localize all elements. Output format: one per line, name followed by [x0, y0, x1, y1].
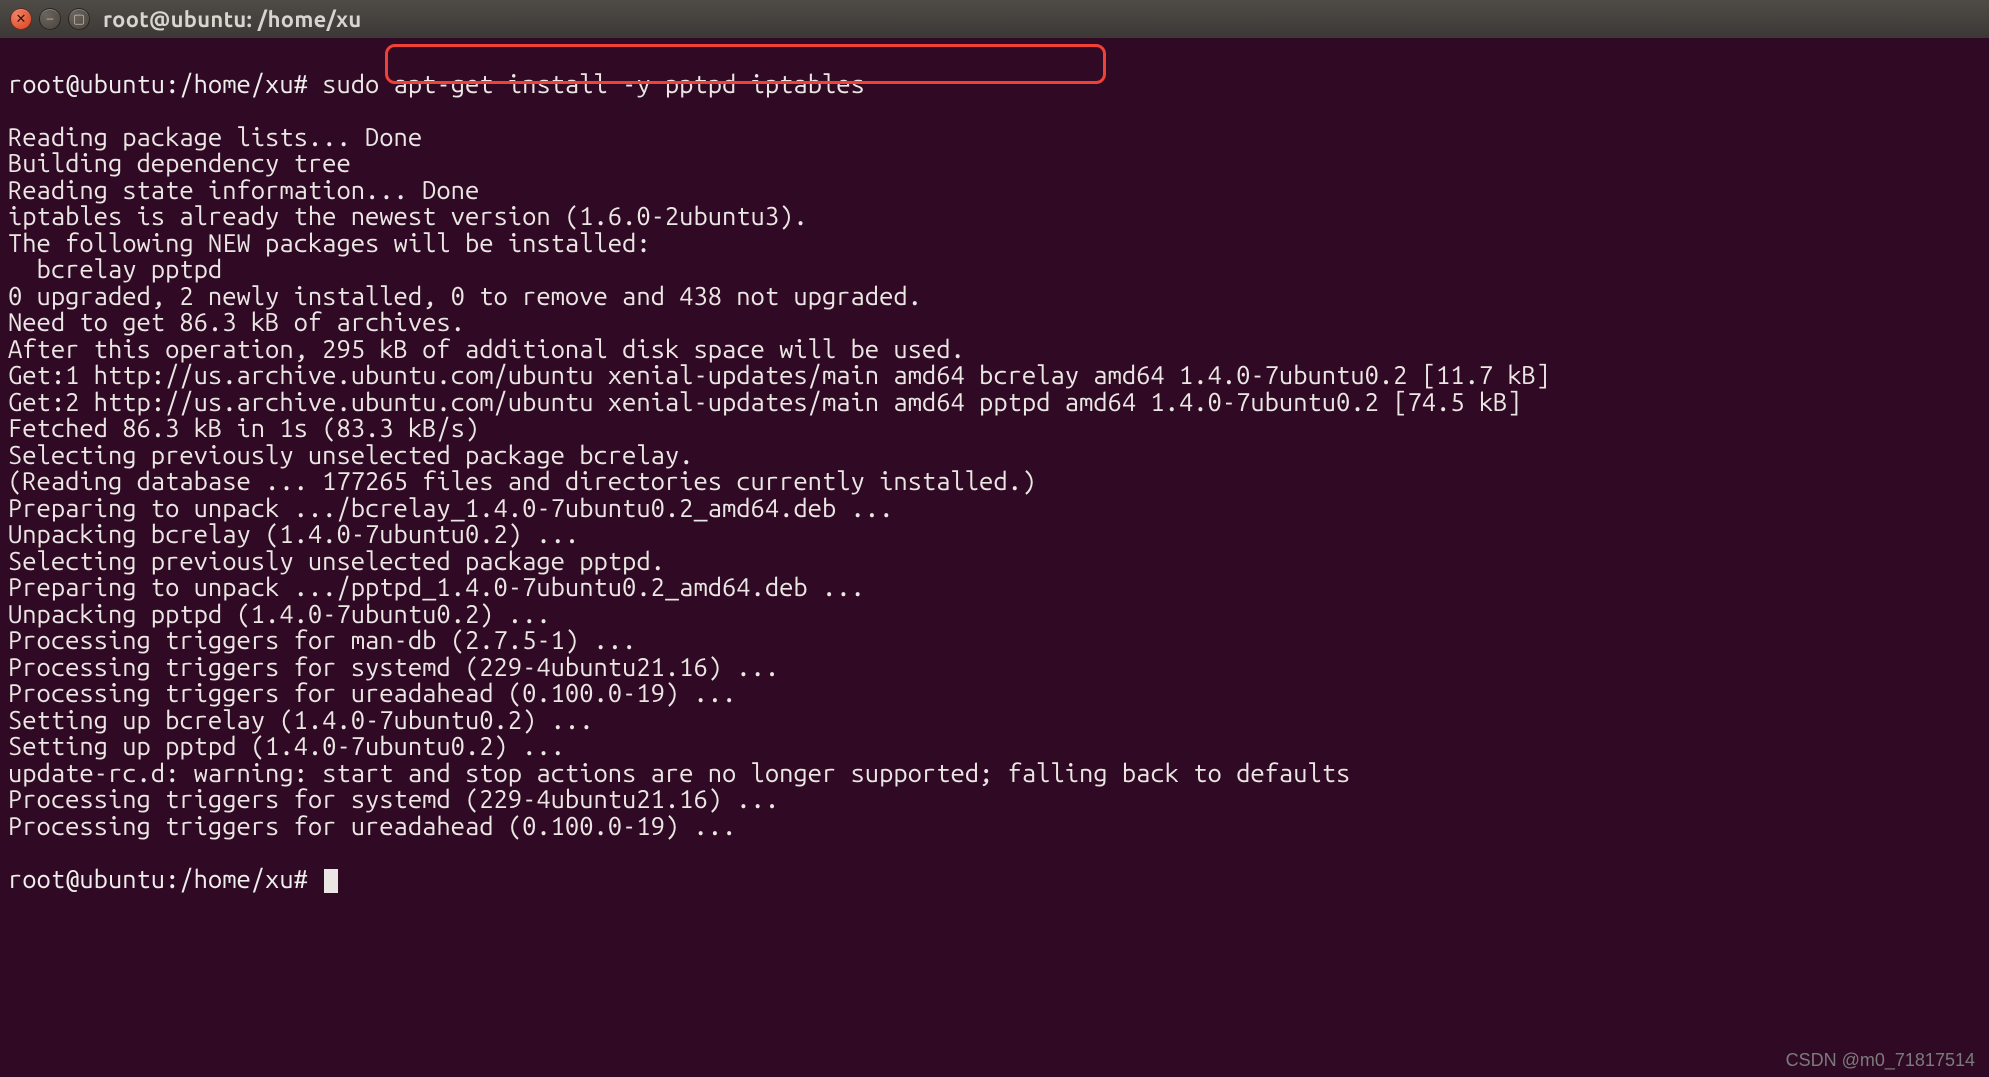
terminal-line: Selecting previously unselected package … — [8, 442, 1981, 469]
terminal-line: Fetched 86.3 kB in 1s (83.3 kB/s) — [8, 415, 1981, 442]
prompt-text: root@ubuntu:/home/xu# — [8, 864, 308, 893]
terminal-line: update-rc.d: warning: start and stop act… — [8, 760, 1981, 787]
terminal-line: bcrelay pptpd — [8, 256, 1981, 283]
terminal-line: After this operation, 295 kB of addition… — [8, 336, 1981, 363]
terminal-line: (Reading database ... 177265 files and d… — [8, 468, 1981, 495]
terminal-line: The following NEW packages will be insta… — [8, 230, 1981, 257]
terminal-line: Reading package lists... Done — [8, 124, 1981, 151]
terminal-line: root@ubuntu:/home/xu# sudo apt-get insta… — [8, 71, 1981, 98]
command-text: sudo apt-get install -y pptpd iptables — [322, 69, 865, 98]
close-icon[interactable]: ✕ — [10, 8, 32, 30]
terminal-line: 0 upgraded, 2 newly installed, 0 to remo… — [8, 283, 1981, 310]
prompt-text: root@ubuntu:/home/xu# — [8, 69, 308, 98]
terminal-line: root@ubuntu:/home/xu# — [8, 866, 1981, 893]
terminal-line: Get:2 http://us.archive.ubuntu.com/ubunt… — [8, 389, 1981, 416]
terminal-line: Processing triggers for man-db (2.7.5-1)… — [8, 627, 1981, 654]
terminal-line: Unpacking pptpd (1.4.0-7ubuntu0.2) ... — [8, 601, 1981, 628]
terminal-line: Unpacking bcrelay (1.4.0-7ubuntu0.2) ... — [8, 521, 1981, 548]
terminal-output: Reading package lists... DoneBuilding de… — [8, 124, 1981, 840]
terminal-line: Building dependency tree — [8, 150, 1981, 177]
terminal-line: Selecting previously unselected package … — [8, 548, 1981, 575]
terminal-line: Setting up pptpd (1.4.0-7ubuntu0.2) ... — [8, 733, 1981, 760]
terminal-line: Processing triggers for ureadahead (0.10… — [8, 680, 1981, 707]
terminal-line: Processing triggers for ureadahead (0.10… — [8, 813, 1981, 840]
watermark-text: CSDN @m0_71817514 — [1786, 1050, 1975, 1071]
maximize-icon[interactable]: ▢ — [68, 8, 90, 30]
terminal-line: Get:1 http://us.archive.ubuntu.com/ubunt… — [8, 362, 1981, 389]
titlebar[interactable]: ✕ – ▢ root@ubuntu: /home/xu — [0, 0, 1989, 38]
terminal-window: ✕ – ▢ root@ubuntu: /home/xu root@ubuntu:… — [0, 0, 1989, 1077]
cursor-icon — [324, 869, 338, 893]
terminal-line: Preparing to unpack .../pptpd_1.4.0-7ubu… — [8, 574, 1981, 601]
terminal-line: Reading state information... Done — [8, 177, 1981, 204]
terminal-line: Processing triggers for systemd (229-4ub… — [8, 786, 1981, 813]
terminal-line: Setting up bcrelay (1.4.0-7ubuntu0.2) ..… — [8, 707, 1981, 734]
terminal-body[interactable]: root@ubuntu:/home/xu# sudo apt-get insta… — [0, 38, 1989, 1077]
terminal-line: Processing triggers for systemd (229-4ub… — [8, 654, 1981, 681]
terminal-line: iptables is already the newest version (… — [8, 203, 1981, 230]
minimize-icon[interactable]: – — [39, 8, 61, 30]
terminal-line: Need to get 86.3 kB of archives. — [8, 309, 1981, 336]
window-title: root@ubuntu: /home/xu — [103, 7, 362, 32]
terminal-line: Preparing to unpack .../bcrelay_1.4.0-7u… — [8, 495, 1981, 522]
